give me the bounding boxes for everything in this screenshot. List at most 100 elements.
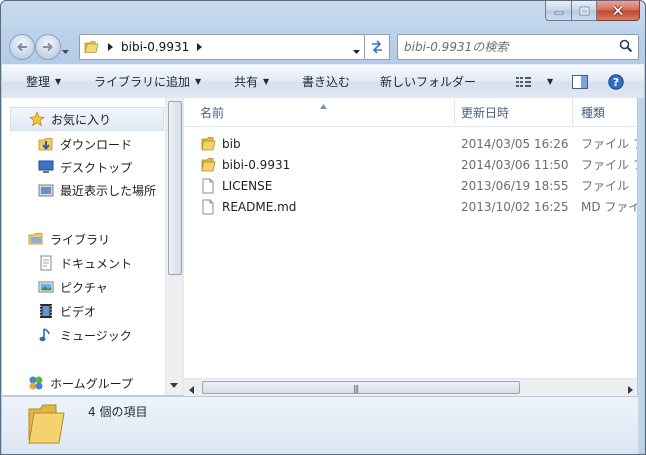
breadcrumb-current-label: bibi-0.9931 xyxy=(121,40,190,54)
explorer-window: bibi-0.9931 整理 ▼ ライブラリに追加 ▼ 共有 ▼ xyxy=(0,0,646,455)
burn-button[interactable]: 書き込む xyxy=(302,65,350,98)
nav-desktop[interactable]: デスクトップ xyxy=(38,156,132,178)
navigation-scrollbar-thumb[interactable] xyxy=(168,101,182,275)
file-row[interactable]: bibi-0.9931 2014/03/06 11:50 ファイル フ xyxy=(200,154,637,175)
back-arrow-icon xyxy=(17,42,27,52)
view-options-dropdown[interactable]: ▼ xyxy=(542,65,553,98)
nav-videos-label: ビデオ xyxy=(60,304,97,319)
breadcrumb-current[interactable]: bibi-0.9931 xyxy=(117,35,193,59)
scroll-left-button[interactable] xyxy=(189,383,194,397)
file-row[interactable]: LICENSE 2013/06/19 18:55 ファイル xyxy=(200,175,637,196)
chevron-right-icon xyxy=(108,43,113,51)
breadcrumb-separator-end[interactable] xyxy=(193,35,206,59)
file-row[interactable]: bib 2014/03/05 16:26 ファイル フ xyxy=(200,133,637,154)
chevron-down-icon: ▼ xyxy=(55,77,62,86)
maximize-icon xyxy=(579,6,589,15)
organize-label: 整理 xyxy=(26,75,51,89)
column-separator[interactable] xyxy=(572,98,573,126)
refresh-button[interactable] xyxy=(365,34,390,60)
column-header-date[interactable]: 更新日時 xyxy=(461,98,509,126)
maximize-button[interactable] xyxy=(572,1,597,21)
add-to-library-button[interactable]: ライブラリに追加 ▼ xyxy=(94,65,201,98)
nav-documents[interactable]: ドキュメント xyxy=(38,252,132,274)
organize-button[interactable]: 整理 ▼ xyxy=(26,65,61,98)
column-header-name[interactable]: 名前 xyxy=(200,98,224,126)
nav-music-label: ミュージック xyxy=(60,328,132,343)
minimize-icon xyxy=(554,11,563,14)
search-icon xyxy=(619,39,633,53)
search-input[interactable] xyxy=(404,38,609,55)
chevron-down-icon: ▼ xyxy=(547,77,554,86)
burn-label: 書き込む xyxy=(302,75,351,89)
chevron-right-icon xyxy=(628,386,633,394)
recent-places-icon xyxy=(38,182,54,198)
column-header-type[interactable]: 種類 xyxy=(581,98,605,126)
navigation-scrollbar[interactable] xyxy=(165,98,183,395)
folder-icon xyxy=(200,157,216,173)
help-button[interactable]: ? xyxy=(608,65,624,98)
minimize-button[interactable] xyxy=(545,1,572,21)
music-icon xyxy=(38,327,54,343)
nav-pictures[interactable]: ピクチャ xyxy=(38,276,108,298)
column-separator[interactable] xyxy=(454,98,455,126)
nav-videos[interactable]: ビデオ xyxy=(38,300,96,322)
navigation-pane: お気に入り ダウンロード デスクトップ 最近表示した場所 ライブラリ ドキュメン… xyxy=(2,98,183,395)
nav-music[interactable]: ミュージック xyxy=(38,324,132,346)
documents-icon xyxy=(38,255,54,271)
file-icon xyxy=(200,178,216,194)
new-folder-label: 新しいフォルダー xyxy=(380,75,477,89)
file-type: ファイル フ xyxy=(581,158,637,172)
scroll-down-button[interactable] xyxy=(170,377,178,391)
nav-recent-places[interactable]: 最近表示した場所 xyxy=(38,179,156,201)
libraries-icon xyxy=(28,231,44,247)
pictures-icon xyxy=(38,279,54,295)
scroll-right-button[interactable] xyxy=(628,383,633,397)
close-button[interactable] xyxy=(597,1,640,21)
preview-pane-icon xyxy=(572,74,588,89)
navigation-buttons xyxy=(9,34,69,60)
nav-recent-places-label: 最近表示した場所 xyxy=(60,183,157,198)
help-icon: ? xyxy=(608,73,624,90)
add-to-library-label: ライブラリに追加 xyxy=(94,75,191,89)
share-button[interactable]: 共有 ▼ xyxy=(234,65,269,98)
desktop-icon xyxy=(38,159,54,175)
horizontal-scrollbar-thumb[interactable]: ||| xyxy=(202,381,520,394)
file-type: ファイル フ xyxy=(581,137,637,151)
file-date: 2013/06/19 18:55 xyxy=(461,178,569,193)
column-header-name-label: 名前 xyxy=(200,105,225,120)
column-header-date-label: 更新日時 xyxy=(461,105,510,120)
horizontal-scrollbar[interactable]: ||| xyxy=(184,378,637,396)
nav-homegroup[interactable]: ホームグループ xyxy=(28,372,133,394)
address-history-dropdown[interactable] xyxy=(353,43,360,57)
nav-downloads[interactable]: ダウンロード xyxy=(38,133,132,155)
homegroup-icon xyxy=(28,375,44,391)
change-view-button[interactable] xyxy=(516,65,532,98)
navigation-tree: お気に入り ダウンロード デスクトップ 最近表示した場所 ライブラリ ドキュメン… xyxy=(2,98,165,395)
breadcrumb-separator-root[interactable] xyxy=(104,35,117,59)
search-button[interactable] xyxy=(619,39,633,56)
search-box xyxy=(397,34,639,60)
nav-favorites[interactable]: お気に入り xyxy=(10,107,164,131)
file-type: ファイル xyxy=(581,179,630,193)
downloads-folder-icon xyxy=(38,136,54,152)
command-bar: 整理 ▼ ライブラリに追加 ▼ 共有 ▼ 書き込む 新しいフォルダー ▼ ? xyxy=(2,64,644,99)
close-icon xyxy=(612,5,624,16)
nav-favorites-label: お気に入り xyxy=(51,112,112,127)
nav-libraries-label: ライブラリ xyxy=(50,232,111,247)
address-bar[interactable]: bibi-0.9931 xyxy=(79,34,365,60)
file-type: MD ファイ xyxy=(581,200,637,214)
new-folder-button[interactable]: 新しいフォルダー xyxy=(380,65,476,98)
file-name-cell: bibi-0.9931 xyxy=(200,154,290,175)
chevron-down-icon xyxy=(170,383,178,388)
recent-pages-dropdown[interactable] xyxy=(62,43,69,57)
file-name-cell: bib xyxy=(200,133,241,154)
file-row[interactable]: README.md 2013/10/02 16:25 MD ファイ xyxy=(200,196,637,217)
preview-pane-button[interactable] xyxy=(572,65,588,98)
file-name: LICENSE xyxy=(222,178,273,193)
nav-libraries[interactable]: ライブラリ xyxy=(28,228,110,250)
back-button[interactable] xyxy=(9,34,35,60)
view-details-icon xyxy=(516,76,531,87)
nav-homegroup-label: ホームグループ xyxy=(50,376,133,391)
forward-button[interactable] xyxy=(35,34,61,60)
share-label: 共有 xyxy=(234,75,259,89)
